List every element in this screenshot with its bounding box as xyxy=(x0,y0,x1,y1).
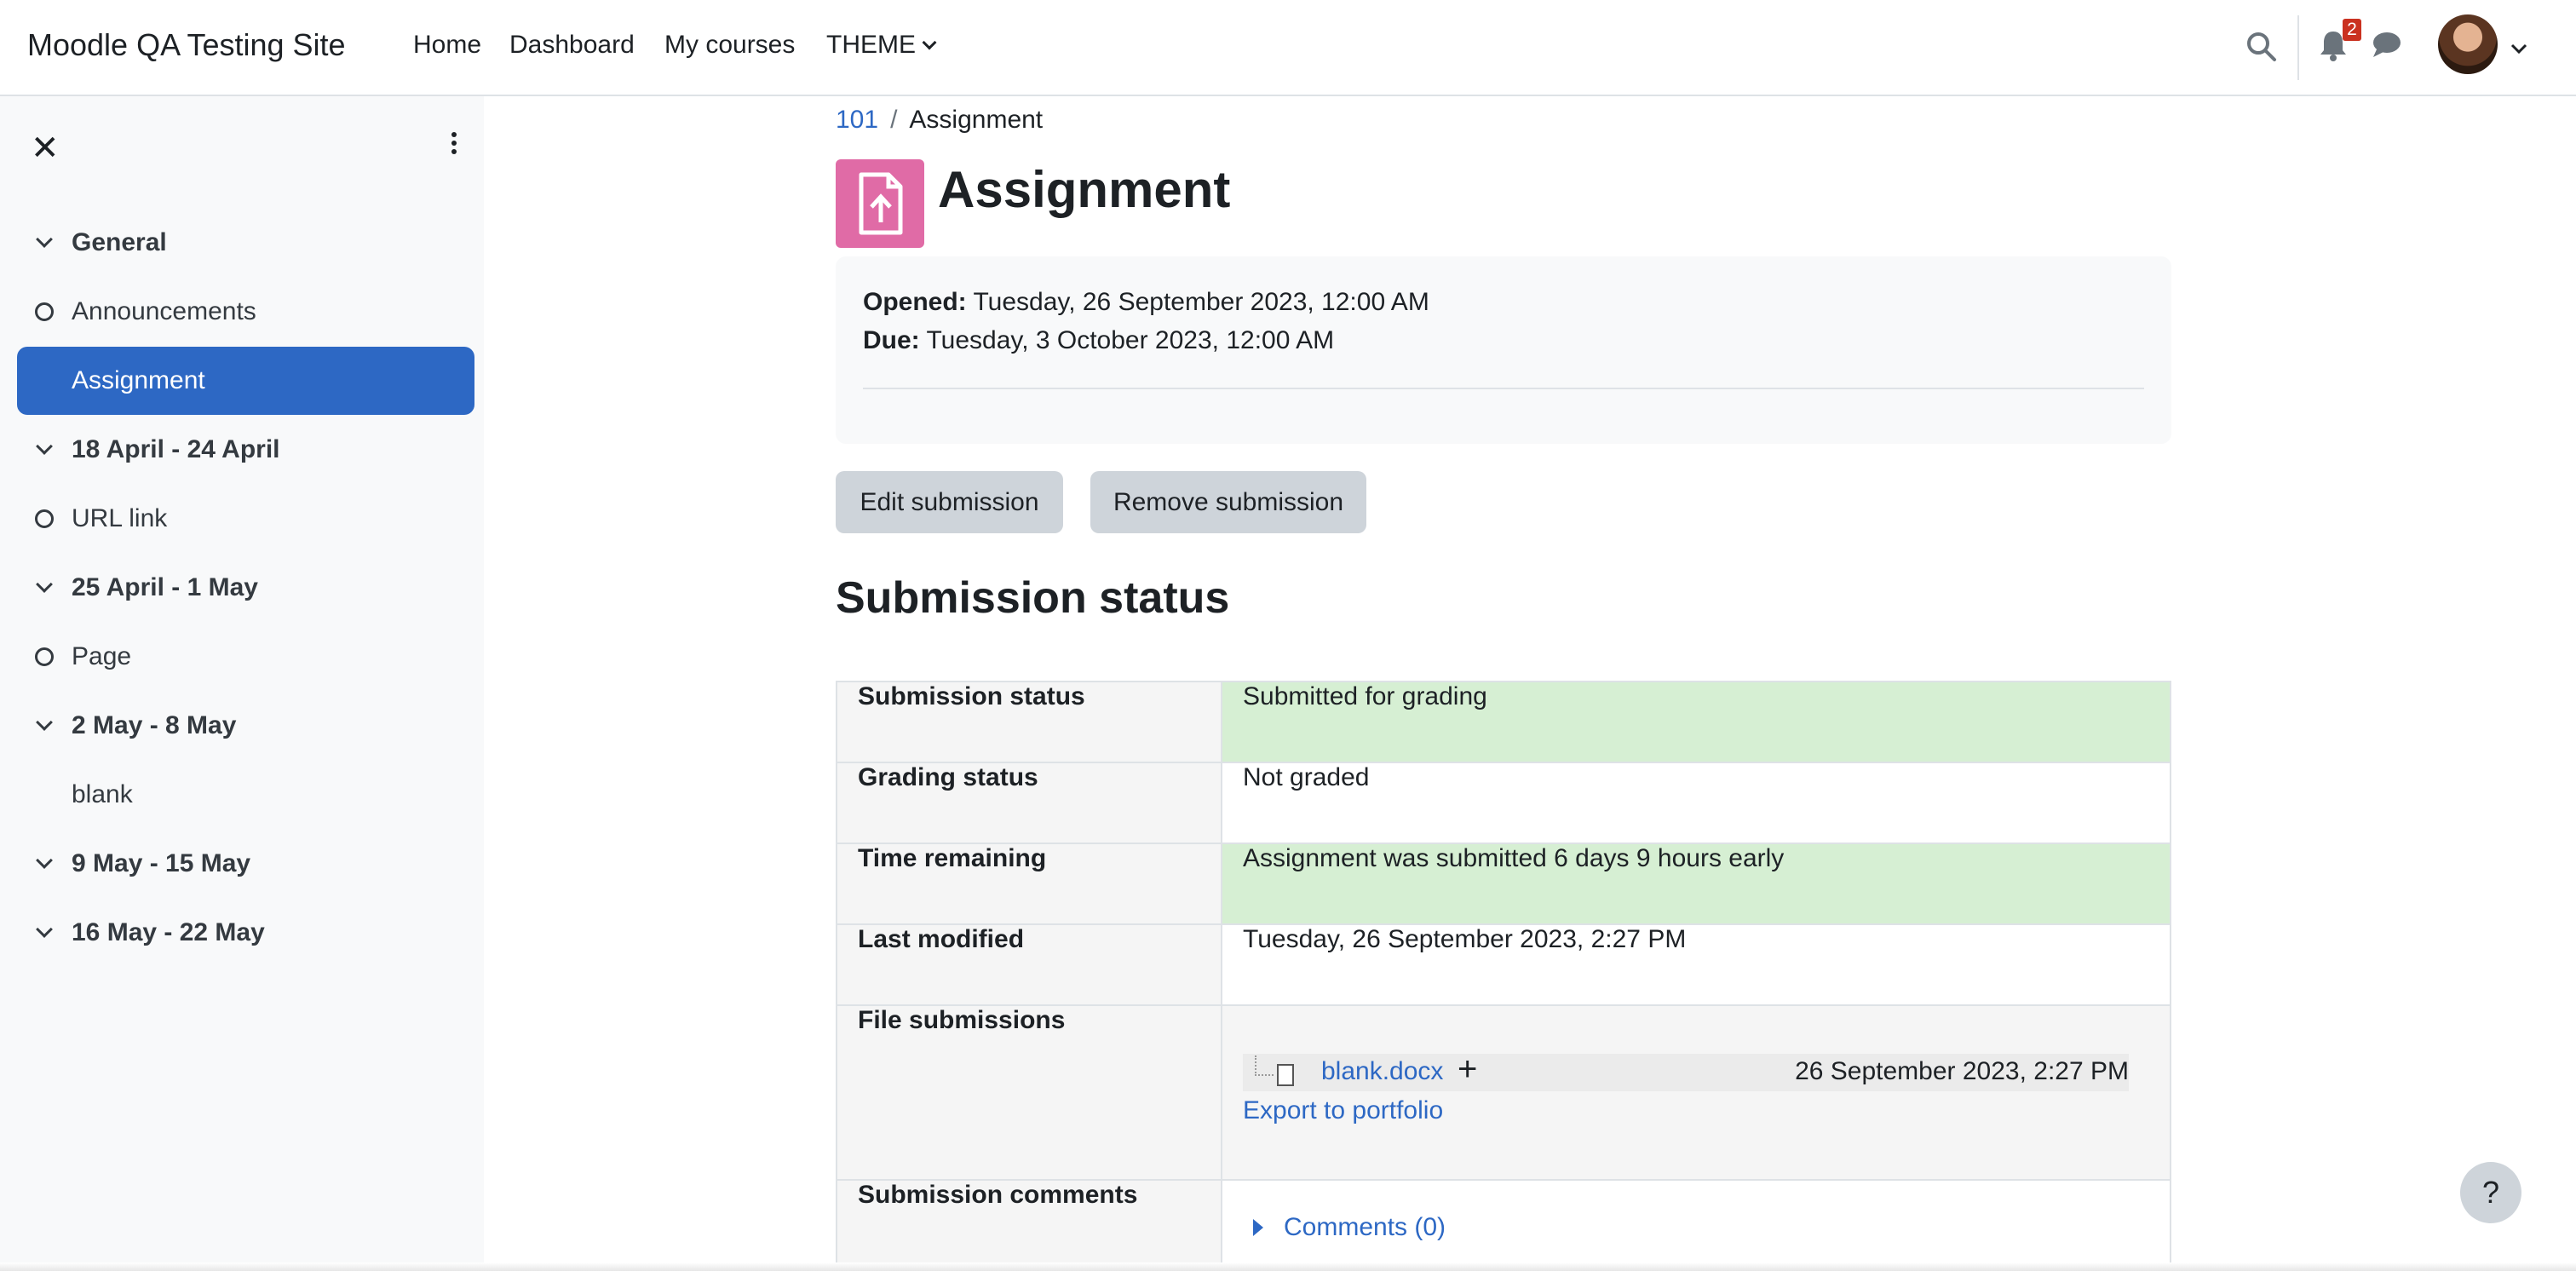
chevron-down-icon[interactable] xyxy=(17,576,72,593)
comments-label: Comments (0) xyxy=(1284,1213,1446,1241)
breadcrumb-current: Assignment xyxy=(909,106,1044,134)
breadcrumb-separator: / xyxy=(890,106,898,134)
drawer-item-label: Announcements xyxy=(72,297,256,325)
drawer-item-label: URL link xyxy=(72,504,168,532)
completion-circle-icon xyxy=(17,509,72,528)
section-item[interactable]: 18 April - 24 April xyxy=(17,416,474,484)
remove-submission-button[interactable]: Remove submission xyxy=(1090,471,1366,533)
navbar-divider xyxy=(2297,15,2299,80)
nav-theme-menu[interactable]: THEME xyxy=(826,31,937,60)
document-icon xyxy=(1277,1064,1294,1086)
activity-item[interactable]: URL link xyxy=(17,485,474,553)
dates-divider xyxy=(863,388,2144,389)
row-label: Submission comments xyxy=(836,1179,1222,1271)
last-modified-value: Tuesday, 26 September 2023, 2:27 PM xyxy=(1221,923,2171,1006)
drawer-item-label: 2 May - 8 May xyxy=(72,711,237,739)
table-row: Last modified Tuesday, 26 September 2023… xyxy=(836,923,2171,1006)
close-icon[interactable]: ✕ xyxy=(31,129,60,168)
footer-shadow xyxy=(0,1262,2576,1271)
drawer-item-label: 18 April - 24 April xyxy=(72,435,280,463)
file-date: 26 September 2023, 2:27 PM xyxy=(1795,1057,2129,1085)
notification-badge: 2 xyxy=(2343,19,2361,41)
due-date: Due: Tuesday, 3 October 2023, 12:00 AM xyxy=(863,326,1334,355)
activity-dates: Opened: Tuesday, 26 September 2023, 12:0… xyxy=(836,256,2171,444)
drawer-item-label: General xyxy=(72,228,167,256)
row-label: File submissions xyxy=(836,1004,1222,1181)
opened-label: Opened: xyxy=(863,288,967,316)
file-link[interactable]: blank.docx xyxy=(1321,1057,1443,1086)
chevron-down-icon[interactable] xyxy=(17,714,72,731)
nav-theme-label: THEME xyxy=(826,31,916,59)
caret-right-icon xyxy=(1253,1219,1263,1236)
kebab-menu-icon[interactable] xyxy=(451,132,457,158)
page-title: Assignment xyxy=(938,161,1231,218)
row-label: Grading status xyxy=(836,762,1222,844)
file-submissions-cell: blank.docx + 26 September 2023, 2:27 PM … xyxy=(1221,1004,2171,1181)
due-value: Tuesday, 3 October 2023, 12:00 AM xyxy=(926,326,1335,354)
plus-icon[interactable]: + xyxy=(1458,1050,1477,1089)
drawer-item-label: Page xyxy=(72,642,132,670)
drawer-item-label: Assignment xyxy=(72,366,205,394)
assignment-icon xyxy=(836,159,924,248)
chevron-down-icon xyxy=(922,35,937,50)
site-brand[interactable]: Moodle QA Testing Site xyxy=(27,27,346,63)
completion-circle-icon xyxy=(17,302,72,321)
drawer-item-label: 16 May - 22 May xyxy=(72,918,265,946)
table-row: Time remaining Assignment was submitted … xyxy=(836,843,2171,925)
nav-my-courses[interactable]: My courses xyxy=(664,31,795,60)
chevron-down-icon[interactable] xyxy=(17,438,72,455)
nav-dashboard[interactable]: Dashboard xyxy=(509,31,635,60)
completion-circle-icon xyxy=(17,647,72,666)
drawer-item-label: 9 May - 15 May xyxy=(72,849,251,877)
activity-item[interactable]: Assignment xyxy=(17,347,474,415)
drawer-item-label: blank xyxy=(72,780,133,808)
search-icon[interactable] xyxy=(2245,31,2278,65)
submission-status-heading: Submission status xyxy=(836,573,1230,623)
file-tree-row: blank.docx + 26 September 2023, 2:27 PM xyxy=(1243,1050,2129,1091)
course-index-drawer: ✕ General Announcements Assignment 18 April… xyxy=(0,96,484,1271)
activity-item[interactable]: Announcements xyxy=(17,278,474,346)
row-label: Submission status xyxy=(836,681,1222,763)
section-item[interactable]: General xyxy=(17,209,474,277)
table-row: File submissions blank.docx + 26 Septemb… xyxy=(836,1004,2171,1181)
time-remaining-value: Assignment was submitted 6 days 9 hours … xyxy=(1221,843,2171,925)
tree-connector xyxy=(1255,1055,1274,1076)
avatar[interactable] xyxy=(2438,14,2498,74)
opened-value: Tuesday, 26 September 2023, 12:00 AM xyxy=(973,288,1429,316)
section-item[interactable]: 2 May - 8 May xyxy=(17,692,474,760)
table-row: Grading status Not graded xyxy=(836,762,2171,844)
breadcrumb-course-link[interactable]: 101 xyxy=(836,106,878,134)
due-label: Due: xyxy=(863,326,920,354)
activity-item[interactable]: Page xyxy=(17,623,474,691)
section-item[interactable]: 9 May - 15 May xyxy=(17,830,474,898)
chevron-down-icon[interactable] xyxy=(17,852,72,869)
top-navbar: Moodle QA Testing Site Home Dashboard My… xyxy=(0,0,2576,96)
comments-toggle[interactable]: Comments (0) xyxy=(1243,1213,2149,1242)
grading-status-value: Not graded xyxy=(1221,762,2171,844)
submission-comments-cell: Comments (0) xyxy=(1221,1179,2171,1271)
user-menu-chevron-icon[interactable] xyxy=(2510,34,2528,55)
table-row: Submission status Submitted for grading xyxy=(836,681,2171,763)
drawer-item-label: 25 April - 1 May xyxy=(72,573,258,601)
chevron-down-icon[interactable] xyxy=(17,921,72,938)
section-item[interactable]: 25 April - 1 May xyxy=(17,554,474,622)
chevron-down-icon[interactable] xyxy=(17,231,72,248)
nav-home[interactable]: Home xyxy=(413,31,481,60)
help-button[interactable]: ? xyxy=(2460,1162,2521,1223)
opened-date: Opened: Tuesday, 26 September 2023, 12:0… xyxy=(863,288,1429,317)
export-to-portfolio-link[interactable]: Export to portfolio xyxy=(1243,1096,2149,1125)
chat-icon[interactable] xyxy=(2372,31,2402,61)
edit-submission-button[interactable]: Edit submission xyxy=(836,471,1063,533)
submission-status-table: Submission status Submitted for grading … xyxy=(836,681,2171,1271)
row-label: Last modified xyxy=(836,923,1222,1006)
activity-item[interactable]: blank xyxy=(17,761,474,829)
section-item[interactable]: 16 May - 22 May xyxy=(17,899,474,967)
table-row: Submission comments Comments (0) xyxy=(836,1179,2171,1271)
submission-status-value: Submitted for grading xyxy=(1221,681,2171,763)
row-label: Time remaining xyxy=(836,843,1222,925)
breadcrumb: 101 / Assignment xyxy=(836,106,1043,135)
